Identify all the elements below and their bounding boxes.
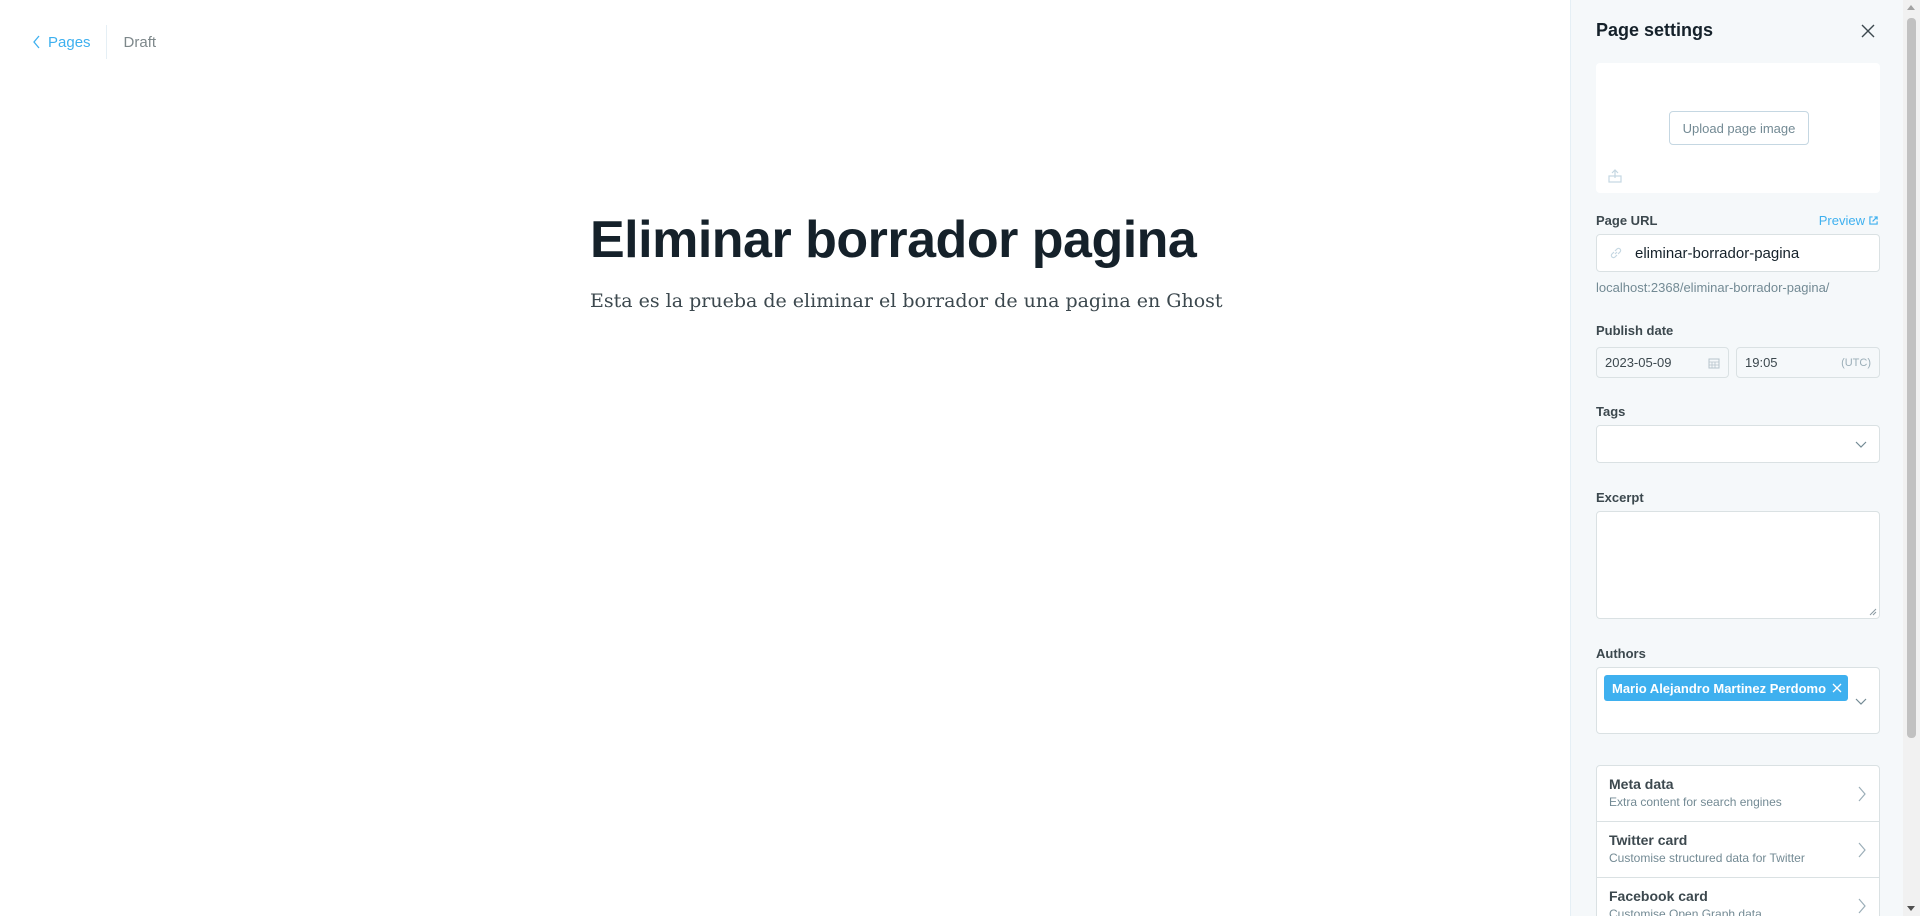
post-status: Draft	[123, 33, 157, 51]
back-to-pages-link[interactable]: Pages	[32, 24, 106, 60]
scroll-down-arrow[interactable]	[1907, 906, 1915, 911]
tags-label: Tags	[1596, 404, 1626, 419]
external-link-icon	[1869, 216, 1878, 225]
link-icon	[1610, 247, 1622, 259]
scroll-up-arrow[interactable]	[1907, 5, 1915, 10]
preview-label: Preview	[1818, 213, 1865, 228]
nav-item-title: Meta data	[1609, 776, 1674, 792]
upload-page-image-button[interactable]: Upload page image	[1669, 111, 1809, 145]
settings-nav-list: Meta data Extra content for search engin…	[1596, 765, 1880, 916]
nav-item-subtitle: Customise Open Graph data	[1609, 907, 1762, 916]
nav-item-title: Facebook card	[1609, 888, 1708, 904]
excerpt-label: Excerpt	[1596, 490, 1644, 505]
authors-label: Authors	[1596, 646, 1646, 661]
author-name: Mario Alejandro Martinez Perdomo	[1612, 680, 1827, 696]
excerpt-textarea[interactable]	[1596, 511, 1880, 619]
date-value: 2023-05-09	[1605, 355, 1672, 370]
tags-input[interactable]	[1596, 425, 1880, 463]
close-icon	[1861, 24, 1875, 37]
editor-area: Pages Draft Eliminar borrador pagina Est…	[0, 0, 1570, 916]
page-url-label: Page URL	[1596, 213, 1658, 228]
page-url-value: eliminar-borrador-pagina	[1635, 244, 1800, 262]
page-url-input[interactable]: eliminar-borrador-pagina	[1596, 234, 1880, 272]
remove-author-icon[interactable]	[1832, 683, 1842, 693]
page-image-uploader: Upload page image	[1596, 63, 1880, 193]
author-token[interactable]: Mario Alejandro Martinez Perdomo	[1604, 675, 1849, 701]
back-link-label: Pages	[48, 33, 91, 51]
close-settings-button[interactable]	[1858, 21, 1878, 41]
chevron-right-icon	[1858, 842, 1866, 858]
chevron-right-icon	[1858, 898, 1866, 914]
publish-time-input[interactable]: 19:05 (UTC)	[1736, 347, 1880, 378]
publish-date-label: Publish date	[1596, 323, 1674, 338]
preview-link[interactable]: Preview	[1819, 213, 1878, 228]
settings-title: Page settings	[1596, 20, 1714, 40]
settings-panel: Page settings Upload page image Page URL…	[1570, 0, 1903, 916]
calendar-icon	[1708, 358, 1720, 368]
chevron-right-icon	[1858, 786, 1866, 802]
nav-item-subtitle: Customise structured data for Twitter	[1609, 851, 1805, 865]
publish-date-input[interactable]: 2023-05-09	[1596, 347, 1729, 378]
editor-topbar: Pages Draft	[32, 24, 156, 60]
resize-grip-icon[interactable]	[1869, 608, 1877, 616]
nav-item-facebook-card[interactable]: Facebook card Customise Open Graph data	[1597, 878, 1879, 916]
chevron-left-icon	[33, 35, 40, 49]
timezone-label: (UTC)	[1841, 356, 1871, 369]
scroll-thumb[interactable]	[1907, 18, 1916, 738]
image-upload-icon[interactable]	[1608, 169, 1622, 183]
nav-item-subtitle: Extra content for search engines	[1609, 795, 1782, 809]
time-value: 19:05	[1745, 355, 1778, 370]
chevron-down-icon	[1855, 441, 1867, 448]
page-scrollbar[interactable]	[1903, 0, 1920, 916]
post-title[interactable]: Eliminar borrador pagina	[590, 210, 1197, 270]
nav-item-meta-data[interactable]: Meta data Extra content for search engin…	[1597, 766, 1879, 822]
authors-input[interactable]: Mario Alejandro Martinez Perdomo	[1596, 667, 1880, 734]
post-body[interactable]: Esta es la prueba de eliminar el borrado…	[590, 290, 1223, 312]
page-url-full: localhost:2368/eliminar-borrador-pagina/	[1596, 280, 1830, 295]
chevron-down-icon	[1855, 698, 1867, 705]
nav-item-title: Twitter card	[1609, 832, 1688, 848]
nav-item-twitter-card[interactable]: Twitter card Customise structured data f…	[1597, 822, 1879, 878]
settings-header: Page settings	[1596, 20, 1878, 41]
